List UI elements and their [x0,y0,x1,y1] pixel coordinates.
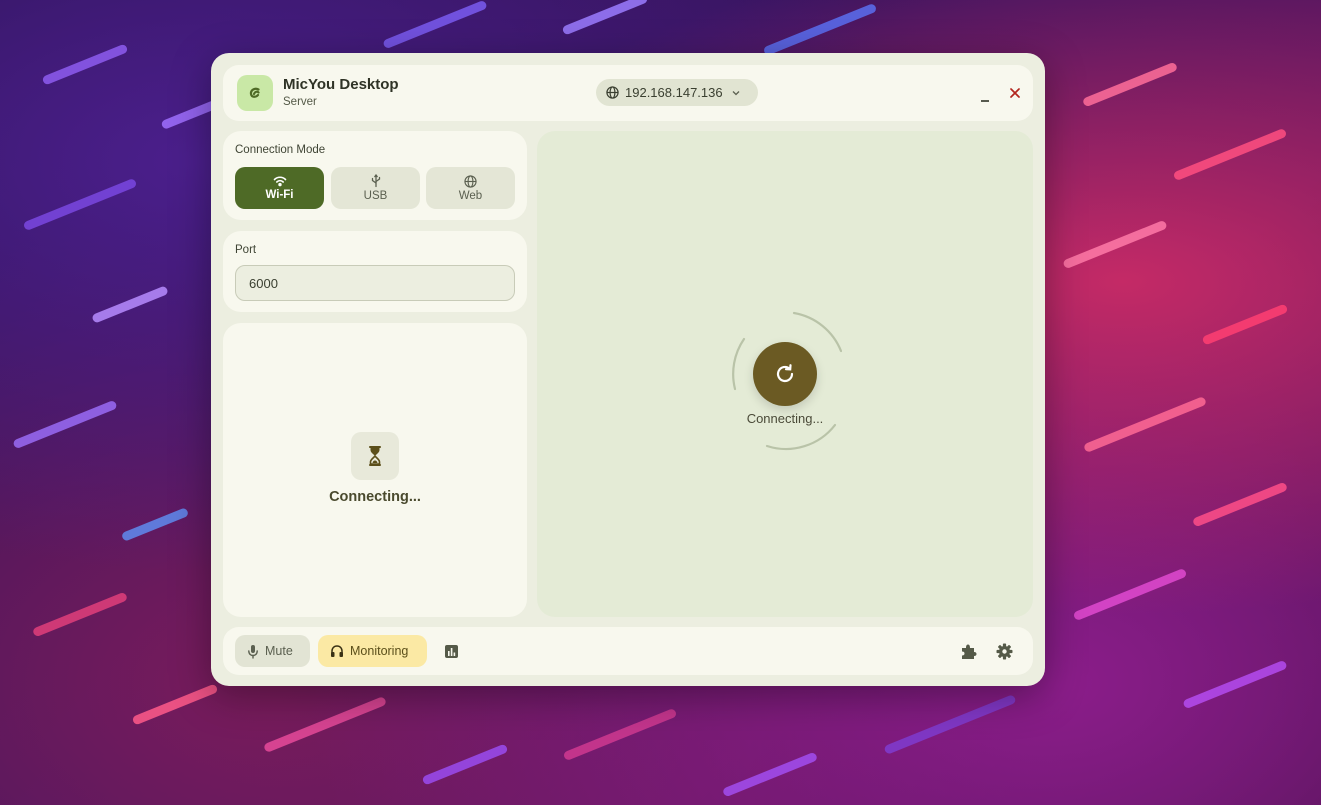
gear-icon[interactable] [994,641,1014,661]
bar-chart-icon[interactable] [441,641,461,661]
connection-mode-label: Connection Mode [235,144,326,156]
audio-visualizer-panel: Connecting... [537,131,1033,617]
bottom-toolbar: Mute Monitoring [223,627,1033,675]
mode-web-label: Web [458,189,483,202]
refresh-icon [773,362,797,386]
close-button[interactable] [1005,83,1025,103]
port-card: Port 6000 [223,231,527,312]
app-logo-icon [237,75,273,111]
globe-icon [464,174,477,188]
app-subtitle: Server [283,96,317,108]
mode-web-button[interactable]: Web [426,167,515,209]
mute-label: Mute [265,644,293,658]
ip-address-dropdown[interactable]: 192.168.147.136 [596,79,758,106]
hourglass-icon [351,432,399,480]
port-label: Port [235,244,257,256]
mute-button[interactable]: Mute [235,635,310,667]
headphones-icon [330,644,344,658]
mode-usb-label: USB [363,190,388,202]
monitoring-label: Monitoring [350,644,409,658]
port-input[interactable]: 6000 [235,265,515,301]
app-title: MicYou Desktop [283,76,399,93]
globe-icon [606,86,619,99]
mode-wifi-button[interactable]: Wi-Fi [235,167,324,209]
microphone-icon [247,644,259,659]
wifi-icon [273,175,287,187]
chevron-down-icon [731,88,741,98]
app-window: MicYou Desktop Server 192.168.147.136 Co… [211,53,1045,686]
usb-icon [370,174,382,188]
title-bar: MicYou Desktop Server 192.168.147.136 [223,65,1033,121]
mode-usb-button[interactable]: USB [331,167,420,209]
refresh-button[interactable] [753,342,817,406]
connection-mode-card: Connection Mode Wi-Fi USB Web [223,131,527,220]
status-card: Connecting... [223,323,527,617]
ip-address-text: 192.168.147.136 [625,85,723,100]
monitoring-button[interactable]: Monitoring [318,635,427,667]
connection-status-text: Connecting... [746,411,824,426]
mode-wifi-label: Wi-Fi [265,189,294,201]
status-text: Connecting... [329,489,421,505]
minimize-button[interactable] [975,83,995,103]
puzzle-icon[interactable] [958,641,978,661]
